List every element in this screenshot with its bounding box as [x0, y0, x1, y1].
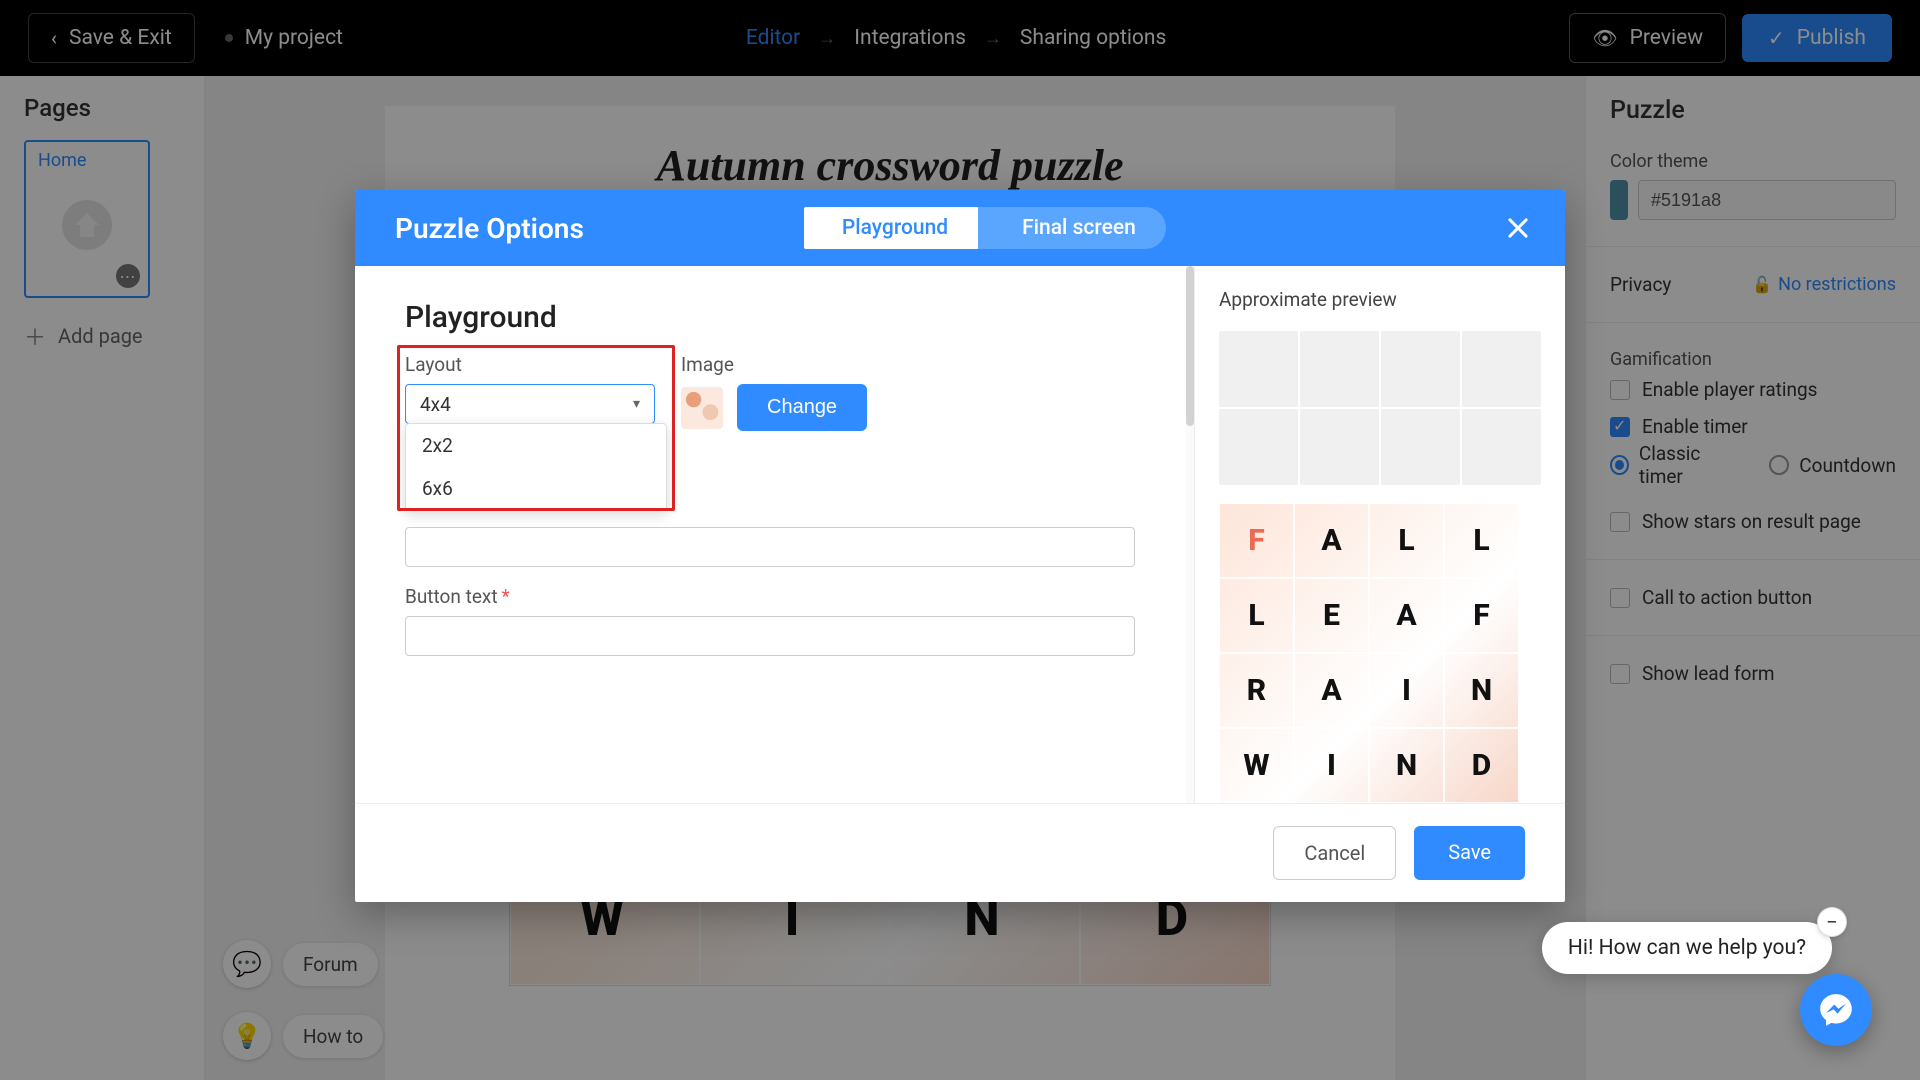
image-thumbnail[interactable] [681, 387, 723, 429]
preview-slots-grid [1219, 331, 1541, 485]
layout-value: 4x4 [420, 393, 451, 416]
preview-cell: L [1444, 503, 1519, 578]
preview-cell: D [1444, 728, 1519, 803]
modal-footer: Cancel Save [355, 803, 1565, 902]
modal-title: Puzzle Options [395, 212, 584, 245]
preview-puzzle-grid: F A L L L E A F R A I N W I N D [1219, 503, 1519, 803]
cancel-button[interactable]: Cancel [1273, 826, 1396, 880]
close-icon[interactable] [1501, 211, 1535, 245]
preview-cell: L [1219, 578, 1294, 653]
preview-cell: F [1444, 578, 1519, 653]
preview-heading: Approximate preview [1219, 288, 1541, 311]
modal-header: Puzzle Options Playground Final screen [355, 190, 1565, 266]
chevron-down-icon: ▾ [633, 396, 640, 412]
preview-cell: A [1294, 503, 1369, 578]
preview-cell: L [1369, 503, 1444, 578]
preview-cell: I [1294, 728, 1369, 803]
modal-tab-final[interactable]: Final screen [978, 207, 1166, 249]
chat-fab[interactable] [1800, 974, 1872, 1046]
image-label: Image [681, 353, 867, 376]
puzzle-options-modal: Puzzle Options Playground Final screen P… [355, 190, 1565, 902]
preview-cell: N [1444, 653, 1519, 728]
modal-preview: Approximate preview F A L L L E A F R A … [1195, 266, 1565, 803]
chat-greeting-close[interactable]: − [1818, 908, 1846, 936]
layout-option[interactable]: 2x2 [406, 424, 666, 467]
image-field: Image Change [681, 353, 867, 431]
change-image-button[interactable]: Change [737, 384, 867, 431]
messenger-icon [1817, 991, 1855, 1029]
preview-cell: A [1369, 578, 1444, 653]
preview-cell: A [1294, 653, 1369, 728]
modal-tab-playground[interactable]: Playground [804, 207, 978, 249]
modal-form: Playground Layout 4x4 ▾ 2x2 6x6 [355, 266, 1195, 803]
layout-select[interactable]: 4x4 ▾ [405, 384, 655, 424]
chat-greeting-bubble[interactable]: Hi! How can we help you? − [1542, 922, 1832, 974]
chat-greeting-text: Hi! How can we help you? [1568, 936, 1806, 960]
preview-cell: I [1369, 653, 1444, 728]
layout-option[interactable]: 6x6 [406, 467, 666, 510]
preview-cell: R [1219, 653, 1294, 728]
layout-label: Layout [405, 353, 655, 376]
button-text-input[interactable] [405, 616, 1135, 656]
text-input[interactable] [405, 527, 1135, 567]
scrollbar[interactable] [1186, 266, 1194, 803]
layout-field: Layout 4x4 ▾ 2x2 6x6 [405, 353, 655, 431]
layout-dropdown: 2x2 6x6 [405, 423, 667, 511]
preview-cell: E [1294, 578, 1369, 653]
save-button[interactable]: Save [1414, 826, 1525, 880]
modal-overlay: Puzzle Options Playground Final screen P… [0, 0, 1920, 1080]
preview-cell: N [1369, 728, 1444, 803]
preview-cell: F [1219, 503, 1294, 578]
preview-cell: W [1219, 728, 1294, 803]
modal-section-title: Playground [405, 300, 1144, 335]
button-text-label: Button text* [405, 585, 1144, 608]
